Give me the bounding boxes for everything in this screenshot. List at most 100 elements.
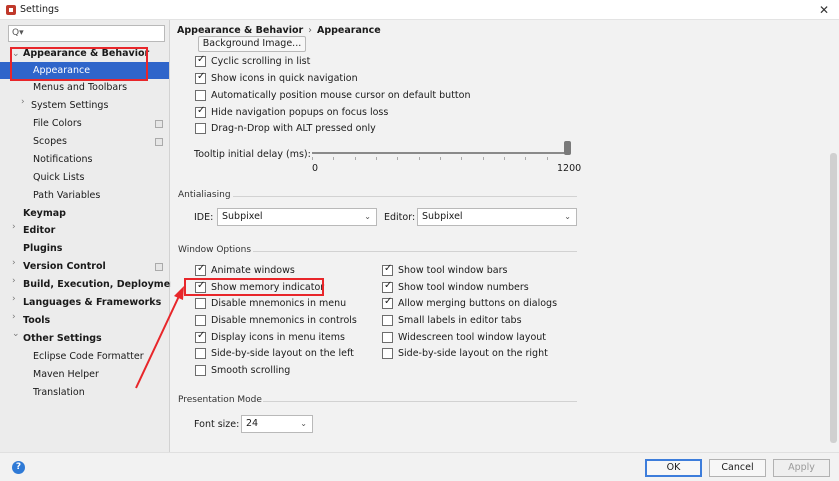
chevron-right-icon[interactable]: › <box>12 294 16 304</box>
checkbox-label: Smooth scrolling <box>211 365 291 376</box>
sidebar-item-editor[interactable]: Editor <box>23 222 55 239</box>
checkbox-label: Disable mnemonics in controls <box>211 315 357 326</box>
smooth-scrolling-checkbox[interactable]: Smooth scrolling <box>195 365 290 376</box>
slider-tick <box>333 157 334 160</box>
checkbox-label: Disable mnemonics in menu <box>211 298 347 309</box>
arrow-head <box>174 286 184 300</box>
widescreen-layout-checkbox[interactable]: Widescreen tool window layout <box>382 332 546 343</box>
checkbox-label: Animate windows <box>211 265 295 276</box>
checkbox[interactable] <box>195 105 206 118</box>
chevron-right-icon[interactable]: › <box>12 222 16 232</box>
help-icon[interactable]: ? <box>12 461 25 474</box>
side-by-side-right-checkbox[interactable]: Side-by-side layout on the right <box>382 348 548 359</box>
checkbox[interactable] <box>382 332 393 343</box>
arrow-shaft <box>135 293 181 389</box>
sidebar-item-keymap[interactable]: Keymap <box>23 205 66 222</box>
ide-antialiasing-select[interactable]: Subpixel ⌄ <box>217 208 377 226</box>
breadcrumb-item[interactable]: Appearance & Behavior <box>177 25 303 36</box>
cancel-button[interactable]: Cancel <box>709 459 766 477</box>
close-icon[interactable]: ✕ <box>819 3 829 17</box>
slider-tick <box>440 157 441 160</box>
checkbox-label: Hide navigation popups on focus loss <box>211 107 389 118</box>
chevron-right-icon[interactable]: › <box>12 258 16 268</box>
sidebar-item-path-variables[interactable]: Path Variables <box>33 187 100 204</box>
sidebar-item-version-control[interactable]: Version Control <box>23 258 106 275</box>
ok-button[interactable]: OK <box>645 459 702 477</box>
sidebar-item-file-colors[interactable]: File Colors <box>33 115 82 132</box>
slider-tick <box>483 157 484 160</box>
auto-position-cursor-checkbox[interactable]: Automatically position mouse cursor on d… <box>195 90 470 101</box>
checkbox-label: Allow merging buttons on dialogs <box>398 298 558 309</box>
slider-tick <box>376 157 377 160</box>
search-input[interactable]: Q▾ <box>8 25 165 42</box>
checkbox[interactable] <box>195 263 206 276</box>
tooltip-delay-slider[interactable] <box>312 152 568 154</box>
checkbox[interactable] <box>195 315 206 326</box>
drag-n-drop-alt-checkbox[interactable]: Drag-n-Drop with ALT pressed only <box>195 123 376 134</box>
editor-antialiasing-select[interactable]: Subpixel ⌄ <box>417 208 577 226</box>
disable-mnemonics-menu-checkbox[interactable]: Disable mnemonics in menu <box>195 298 346 309</box>
sidebar-item-other-settings[interactable]: Other Settings <box>23 330 102 347</box>
disable-mnemonics-controls-checkbox[interactable]: Disable mnemonics in controls <box>195 315 357 326</box>
checkbox-label: Side-by-side layout on the right <box>398 348 548 359</box>
section-antialiasing: Antialiasing <box>178 190 231 200</box>
font-size-select[interactable]: 24 ⌄ <box>241 415 313 433</box>
sidebar-item-tools[interactable]: Tools <box>23 312 50 329</box>
slider-tick <box>461 157 462 160</box>
sidebar-item-system-settings[interactable]: System Settings <box>31 97 108 114</box>
sidebar-item-notifications[interactable]: Notifications <box>33 151 92 168</box>
chevron-down-icon: ⌄ <box>564 212 571 221</box>
animate-windows-checkbox[interactable]: Animate windows <box>195 263 295 276</box>
show-icons-quick-nav-checkbox[interactable]: Show icons in quick navigation <box>195 71 358 84</box>
checkbox[interactable] <box>195 90 206 101</box>
chevron-right-icon[interactable]: › <box>12 276 16 286</box>
sidebar-item-plugins[interactable]: Plugins <box>23 240 62 257</box>
checkbox[interactable] <box>195 330 206 343</box>
project-scope-icon <box>155 120 163 128</box>
hide-nav-popups-checkbox[interactable]: Hide navigation popups on focus loss <box>195 105 389 118</box>
checkbox[interactable] <box>382 348 393 359</box>
checkbox-label: Widescreen tool window layout <box>398 332 547 343</box>
show-tool-window-bars-checkbox[interactable]: Show tool window bars <box>382 263 508 276</box>
slider-tick <box>419 157 420 160</box>
slider-thumb[interactable] <box>564 141 571 155</box>
ide-label: IDE: <box>194 212 214 223</box>
chevron-down-icon[interactable]: ⌄ <box>12 329 20 339</box>
sidebar-item-translation[interactable]: Translation <box>33 384 85 401</box>
checkbox-label: Show icons in quick navigation <box>211 73 358 84</box>
checkbox[interactable] <box>382 315 393 326</box>
chevron-right-icon[interactable]: › <box>12 312 16 322</box>
dialog-footer: ? OK Cancel Apply <box>0 452 839 481</box>
cyclic-scrolling-checkbox[interactable]: Cyclic scrolling in list <box>195 54 311 67</box>
chevron-right-icon[interactable]: › <box>21 97 25 107</box>
sidebar-item-quick-lists[interactable]: Quick Lists <box>33 169 84 186</box>
checkbox[interactable] <box>195 54 206 67</box>
side-by-side-left-checkbox[interactable]: Side-by-side layout on the left <box>195 348 354 359</box>
checkbox[interactable] <box>195 365 206 376</box>
checkbox[interactable] <box>195 298 206 309</box>
apply-button[interactable]: Apply <box>773 459 830 477</box>
checkbox[interactable] <box>382 296 393 309</box>
sidebar-item-scopes[interactable]: Scopes <box>33 133 67 150</box>
checkbox[interactable] <box>382 280 393 293</box>
display-icons-menu-checkbox[interactable]: Display icons in menu items <box>195 330 345 343</box>
checkbox-label: Drag-n-Drop with ALT pressed only <box>211 123 376 134</box>
annotation-arrow <box>135 286 184 389</box>
select-value: Subpixel <box>222 211 263 222</box>
slider-tick <box>525 157 526 160</box>
checkbox[interactable] <box>382 263 393 276</box>
checkbox[interactable] <box>195 123 206 134</box>
checkbox-label: Cyclic scrolling in list <box>211 56 311 67</box>
background-image-button[interactable]: Background Image... <box>198 36 306 52</box>
allow-merging-buttons-checkbox[interactable]: Allow merging buttons on dialogs <box>382 296 558 309</box>
small-labels-editor-tabs-checkbox[interactable]: Small labels in editor tabs <box>382 315 522 326</box>
checkbox[interactable] <box>195 71 206 84</box>
vertical-scrollbar[interactable] <box>830 153 837 443</box>
sidebar-item-menus-toolbars[interactable]: Menus and Toolbars <box>33 79 127 96</box>
slider-tick <box>547 157 548 160</box>
checkbox-label: Show tool window bars <box>398 265 508 276</box>
show-tool-window-numbers-checkbox[interactable]: Show tool window numbers <box>382 280 529 293</box>
checkbox[interactable] <box>195 348 206 359</box>
sidebar-item-eclipse-code-formatter[interactable]: Eclipse Code Formatter <box>33 348 144 365</box>
sidebar-item-maven-helper[interactable]: Maven Helper <box>33 366 99 383</box>
